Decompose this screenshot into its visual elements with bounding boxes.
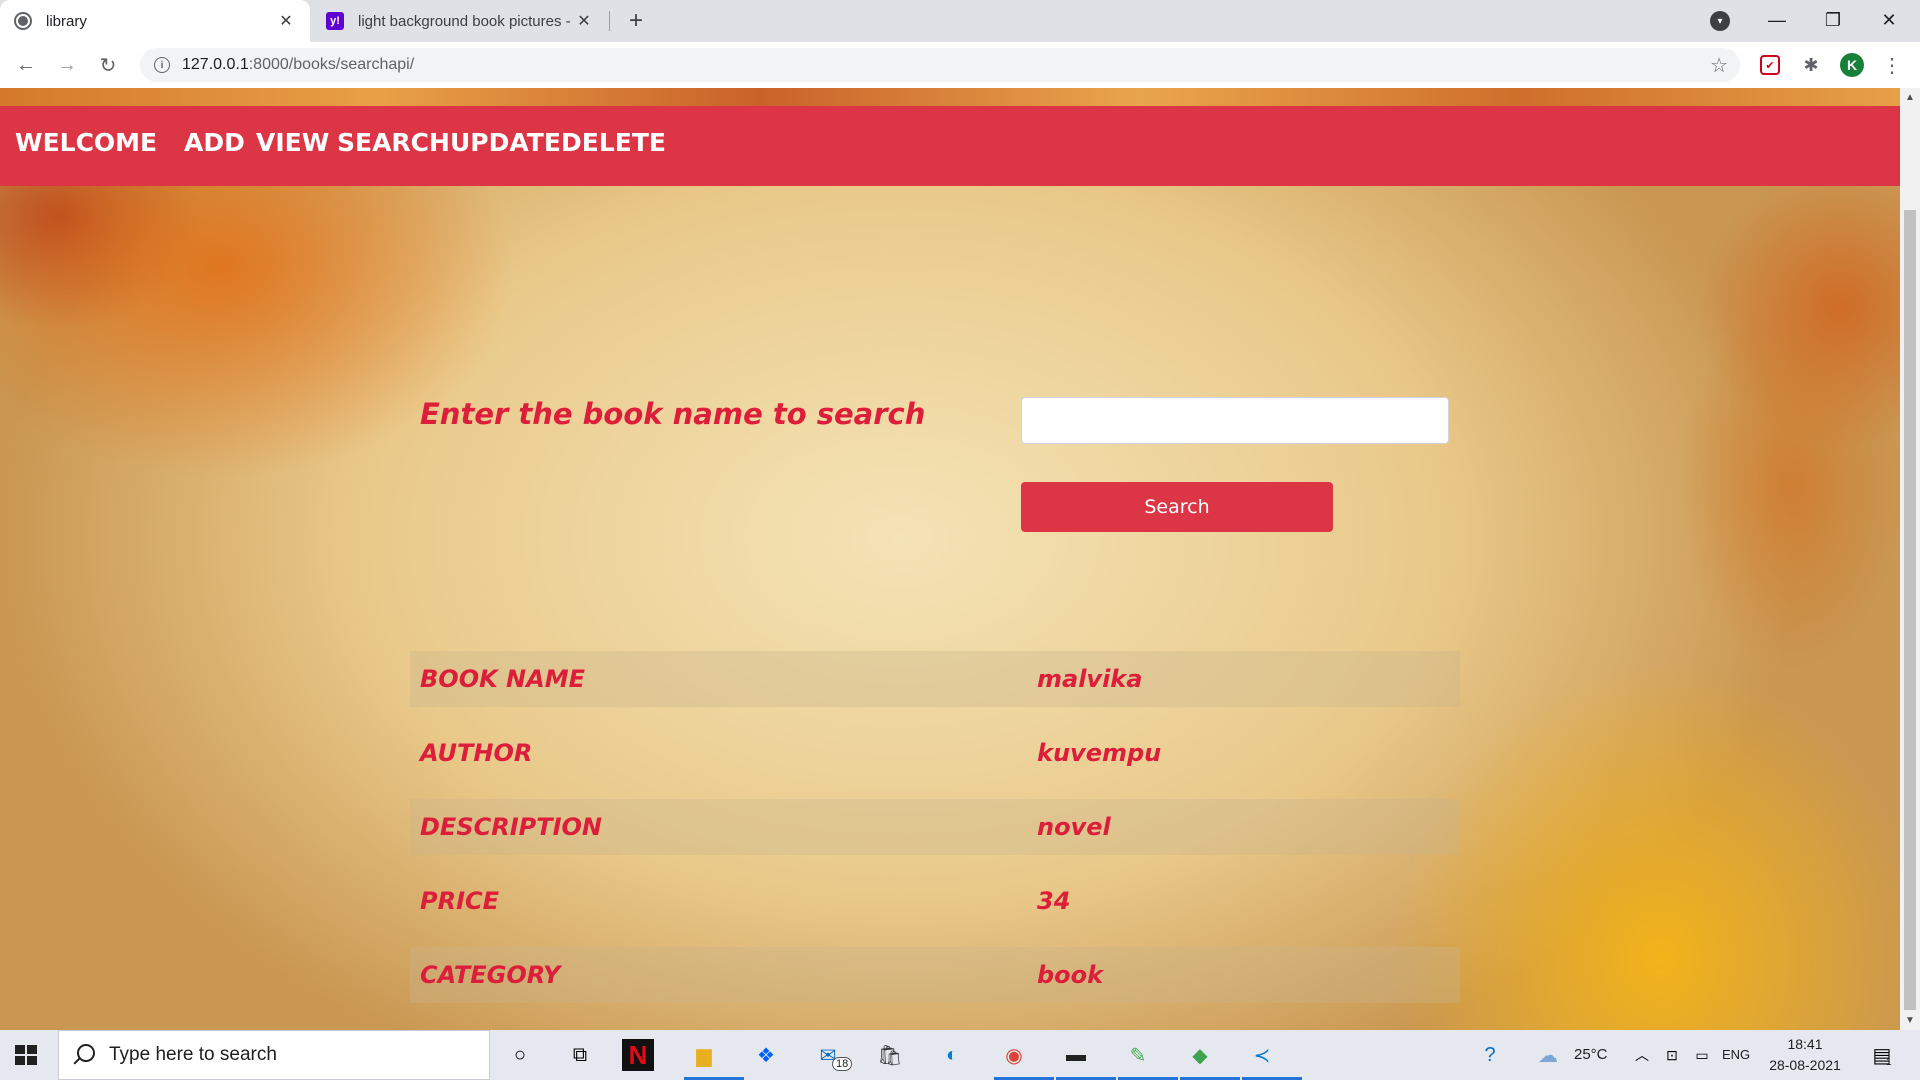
profile-avatar[interactable]: K xyxy=(1840,53,1864,77)
page-viewport: WELCOME ADD VIEW SEARCH UPDATE DELETE En… xyxy=(0,88,1900,1030)
minimize-button[interactable]: — xyxy=(1754,0,1800,40)
edge-browser-icon[interactable]: ◐ xyxy=(932,1035,972,1075)
browser-toolbar: ← → ↻ i 127.0.0.1:8000/books/searchapi/ … xyxy=(0,42,1920,88)
row-value: malvika xyxy=(1037,665,1143,693)
tab-title: library xyxy=(46,12,87,30)
notification-icon[interactable]: ▤ 1 xyxy=(1862,1035,1902,1075)
restore-button[interactable]: ❐ xyxy=(1810,0,1856,40)
table-row: PRICE 34 xyxy=(410,864,1460,938)
yahoo-icon: y! xyxy=(326,12,344,30)
windows-taskbar: Type here to search ○ ⧉ N ▆ ❖ ✉ 18 🛍 ◐ ◉ … xyxy=(0,1030,1920,1080)
clock-date: 28-08-2021 xyxy=(1769,1057,1841,1073)
netflix-icon[interactable]: N xyxy=(622,1039,654,1071)
new-tab-button[interactable]: + xyxy=(622,7,650,35)
vscode-icon[interactable]: ≺ xyxy=(1242,1035,1302,1080)
nav-link-add[interactable]: ADD xyxy=(184,128,245,157)
cortana-icon[interactable]: ○ xyxy=(500,1035,540,1075)
nav-link-view[interactable]: VIEW xyxy=(256,128,329,157)
dropbox-icon[interactable]: ❖ xyxy=(746,1035,786,1075)
scroll-down-arrow-icon[interactable]: ▼ xyxy=(1905,1015,1915,1026)
tab-divider xyxy=(609,11,610,31)
help-icon[interactable]: ? xyxy=(1470,1035,1510,1075)
search-prompt-label: Enter the book name to search xyxy=(420,397,926,431)
table-row: CATEGORY book xyxy=(410,947,1460,1003)
taskbar-search-box[interactable]: Type here to search xyxy=(58,1030,490,1080)
scroll-up-arrow-icon[interactable]: ▲ xyxy=(1905,92,1915,103)
close-icon[interactable]: ✕ xyxy=(276,11,296,31)
nav-brand-welcome[interactable]: WELCOME xyxy=(15,128,157,157)
terminal-icon[interactable]: ▬ xyxy=(1056,1035,1116,1080)
forward-arrow-icon[interactable]: → xyxy=(53,51,81,79)
tab-search-icon[interactable]: ▾ xyxy=(1710,11,1730,31)
row-label: CATEGORY xyxy=(420,961,561,989)
tab-title: light background book pictures - xyxy=(358,12,571,30)
row-value: book xyxy=(1037,961,1104,989)
nav-link-search[interactable]: SEARCH xyxy=(337,128,450,157)
mongodb-compass-icon[interactable]: ◆ xyxy=(1180,1035,1240,1080)
battery-icon[interactable]: ▭ xyxy=(1682,1035,1722,1075)
search-icon xyxy=(77,1044,95,1062)
language-indicator[interactable]: ENG xyxy=(1722,1047,1750,1062)
search-button[interactable]: Search xyxy=(1021,482,1333,532)
row-value: novel xyxy=(1037,813,1111,841)
nav-link-delete[interactable]: DELETE xyxy=(561,128,666,157)
nav-link-update[interactable]: UPDATE xyxy=(450,128,561,157)
chrome-browser-icon[interactable]: ◉ xyxy=(994,1035,1054,1080)
extensions-puzzle-icon[interactable]: ✱ xyxy=(1799,53,1823,77)
row-label: AUTHOR xyxy=(420,739,533,767)
editor-app-icon[interactable]: ✎ xyxy=(1118,1035,1178,1080)
book-name-search-input[interactable] xyxy=(1021,397,1449,444)
table-row: DESCRIPTION novel xyxy=(410,799,1460,855)
table-row: AUTHOR kuvempu xyxy=(410,716,1460,790)
url-path: :8000/books/searchapi/ xyxy=(248,56,415,73)
back-arrow-icon[interactable]: ← xyxy=(12,51,40,79)
mail-icon[interactable]: ✉ 18 xyxy=(808,1035,853,1075)
search-results-table: BOOK NAME malvika AUTHOR kuvempu DESCRIP… xyxy=(410,642,1460,1012)
reload-icon[interactable]: ↻ xyxy=(94,51,122,79)
clock-time: 18:41 xyxy=(1787,1036,1823,1052)
system-clock[interactable]: 18:41 28-08-2021 xyxy=(1765,1034,1845,1076)
close-icon[interactable]: ✕ xyxy=(574,11,594,31)
row-label: PRICE xyxy=(420,887,500,915)
table-row: BOOK NAME malvika xyxy=(410,651,1460,707)
task-view-icon[interactable]: ⧉ xyxy=(560,1035,600,1075)
tab-library[interactable]: library ✕ xyxy=(0,0,310,42)
store-icon[interactable]: 🛍 xyxy=(870,1035,910,1075)
temperature-readout[interactable]: 25°C xyxy=(1574,1046,1608,1063)
autumn-leaf-background xyxy=(0,88,1900,106)
row-value: kuvempu xyxy=(1037,739,1162,767)
top-navbar: WELCOME ADD VIEW SEARCH UPDATE DELETE xyxy=(0,106,1900,186)
row-value: 34 xyxy=(1037,887,1071,915)
file-explorer-icon[interactable]: ▆ xyxy=(684,1035,744,1080)
notification-badge: 1 xyxy=(1886,1057,1892,1068)
globe-icon xyxy=(14,12,32,30)
page-scrollbar[interactable]: ▲ ▼ xyxy=(1900,88,1920,1030)
tab-yahoo-search[interactable]: y! light background book pictures - ✕ xyxy=(312,0,608,42)
browser-menu-icon[interactable]: ⋮ xyxy=(1880,53,1904,77)
windows-start-button[interactable] xyxy=(10,1040,42,1070)
scrollbar-thumb[interactable] xyxy=(1904,210,1916,1010)
window-close-button[interactable]: ✕ xyxy=(1866,0,1912,40)
address-bar[interactable]: i 127.0.0.1:8000/books/searchapi/ ☆ xyxy=(140,48,1740,82)
url-host: 127.0.0.1 xyxy=(182,56,249,73)
browser-tab-strip: library ✕ y! light background book pictu… xyxy=(0,0,1920,42)
mail-badge: 18 xyxy=(832,1057,853,1071)
pocket-extension-icon[interactable]: ✔ xyxy=(1760,55,1780,75)
info-icon[interactable]: i xyxy=(154,57,170,73)
row-label: BOOK NAME xyxy=(420,665,585,693)
row-label: DESCRIPTION xyxy=(420,813,603,841)
weather-icon[interactable]: ☁ xyxy=(1528,1035,1568,1075)
taskbar-search-placeholder: Type here to search xyxy=(109,1044,277,1065)
bookmark-star-icon[interactable]: ☆ xyxy=(1710,53,1728,78)
